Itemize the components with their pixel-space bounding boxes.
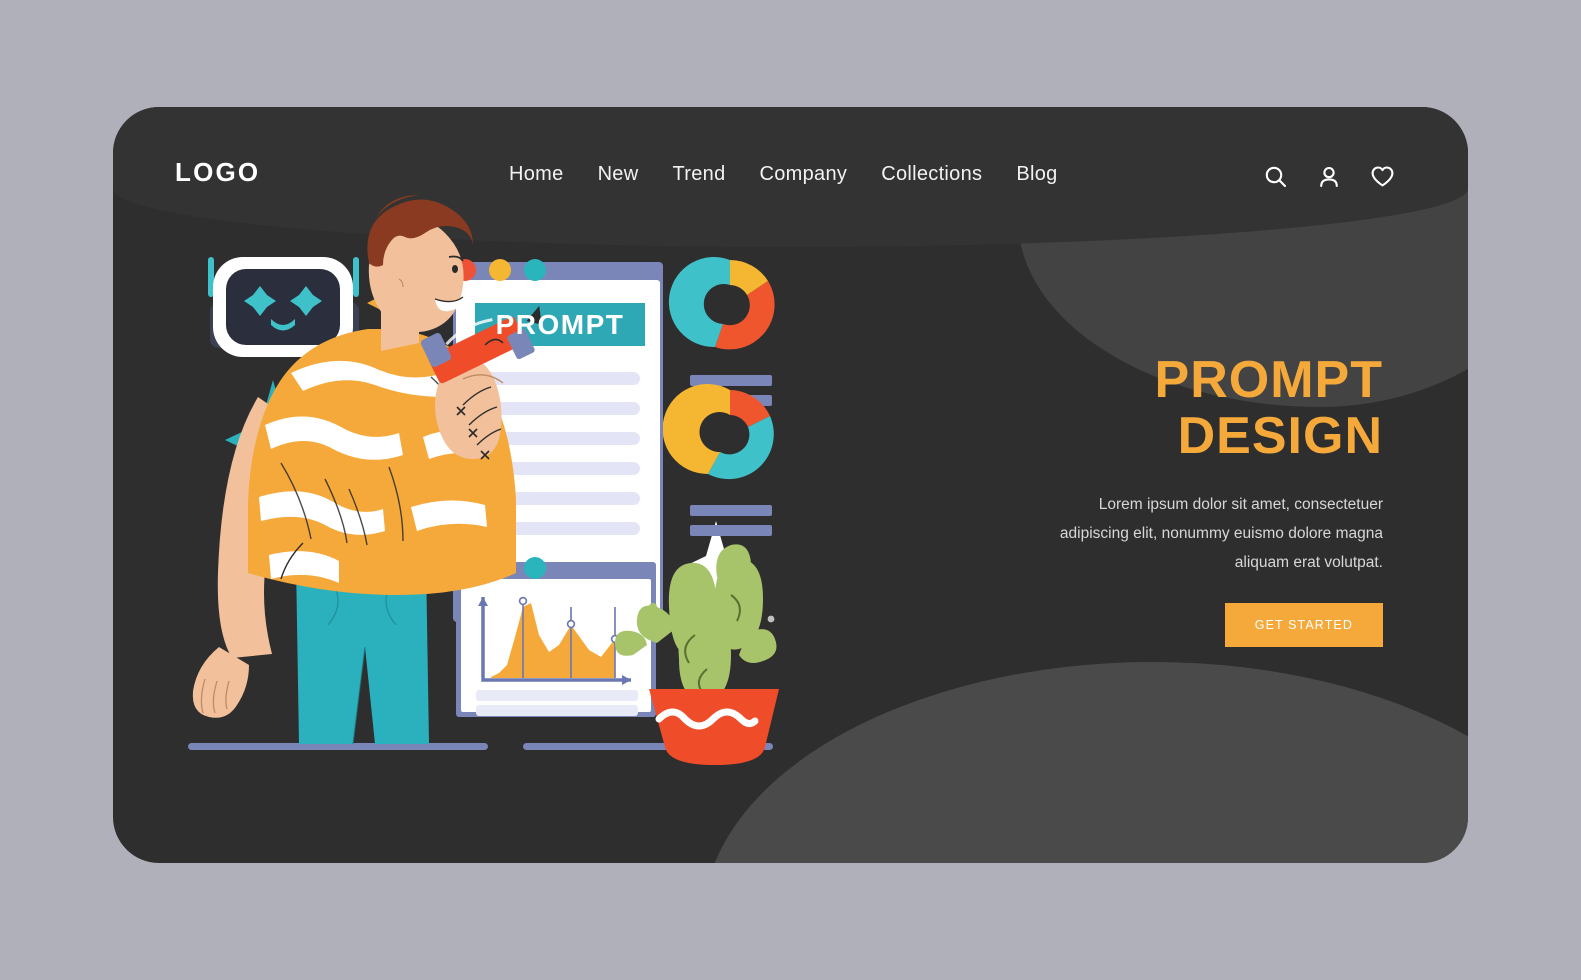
prompt-document-title-wrap: PROMPT	[475, 303, 645, 346]
page-root: PROMPT LOGO Home New Trend Company Colle…	[0, 0, 1581, 980]
header-icon-group	[1263, 163, 1396, 190]
nav-item-company[interactable]: Company	[760, 163, 848, 186]
hero-title: PROMPT DESIGN	[1043, 352, 1383, 464]
prompt-document-title: PROMPT	[495, 308, 625, 340]
hero-card: PROMPT LOGO Home New Trend Company Colle…	[113, 107, 1468, 863]
nav-item-collections[interactable]: Collections	[881, 163, 982, 186]
logo[interactable]: LOGO	[175, 157, 260, 188]
chart-doc-line-1	[476, 690, 638, 701]
nav-item-new[interactable]: New	[598, 163, 639, 186]
ground-line-left	[188, 743, 488, 750]
header-content: LOGO Home New Trend Company Collections …	[113, 107, 1468, 237]
chart-doc-line-2	[476, 705, 638, 716]
nav-item-home[interactable]: Home	[509, 163, 564, 186]
heart-icon[interactable]	[1369, 163, 1396, 190]
nav-item-blog[interactable]: Blog	[1016, 163, 1057, 186]
doc-line-2	[485, 402, 640, 415]
hero-text-block: PROMPT DESIGN Lorem ipsum dolor sit amet…	[1043, 352, 1383, 647]
plant-pot	[649, 689, 779, 765]
main-nav: Home New Trend Company Collections Blog	[509, 163, 1058, 186]
doc-dot-teal	[524, 259, 546, 281]
doc-dot-yellow	[489, 259, 511, 281]
donut-2-bar-1	[690, 505, 772, 516]
get-started-button[interactable]: GET STARTED	[1224, 603, 1383, 647]
user-icon[interactable]	[1316, 164, 1342, 190]
donut-2-bar-2	[690, 525, 772, 536]
hero-title-line2: DESIGN	[1177, 407, 1383, 465]
hero-title-line1: PROMPT	[1154, 351, 1383, 409]
nav-item-trend[interactable]: Trend	[672, 163, 725, 186]
donut-chart-1	[668, 257, 775, 350]
hero-body: Lorem ipsum dolor sit amet, consectetuer…	[1059, 496, 1383, 571]
chart-dot-teal	[524, 557, 546, 579]
search-icon[interactable]	[1263, 164, 1289, 190]
doc-line-1	[485, 372, 640, 385]
